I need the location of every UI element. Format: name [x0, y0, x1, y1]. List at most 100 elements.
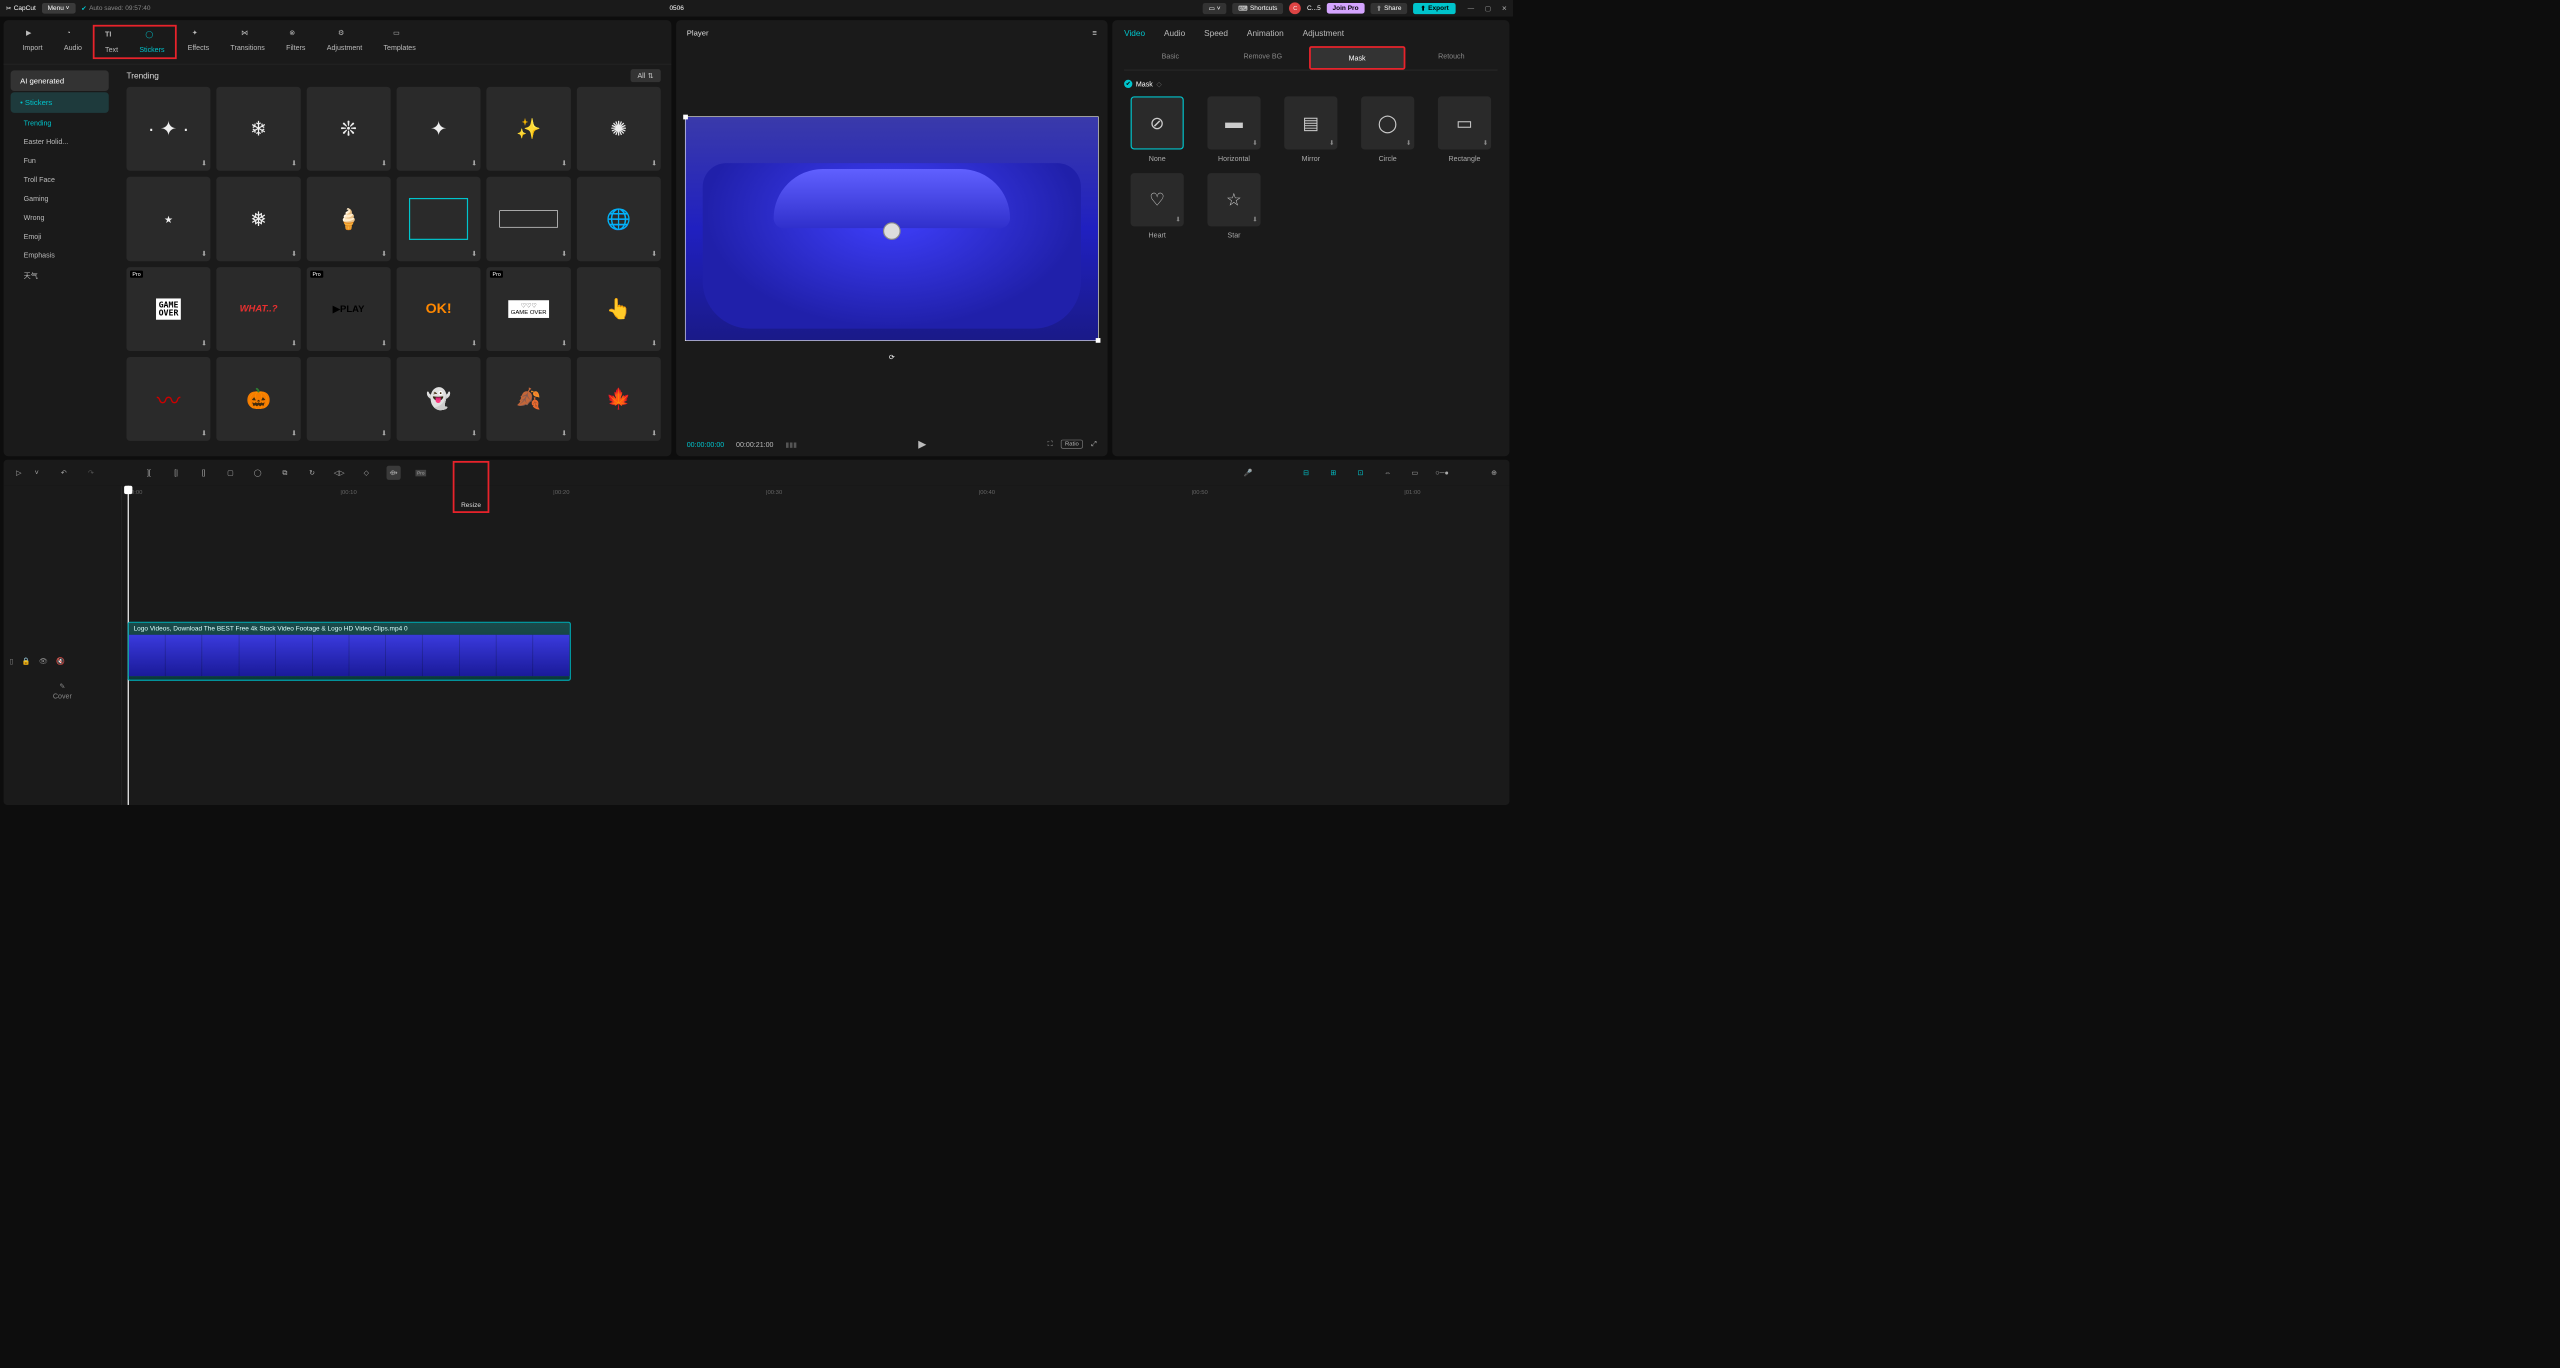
sticker-pointer-hand[interactable]: 👆⬇ — [577, 267, 661, 351]
tool-text[interactable]: TIText — [94, 27, 128, 58]
time-ruler[interactable]: 00:00|00:10|00:20|00:30|00:40|00:50|01:0… — [122, 489, 1480, 503]
scale-icon[interactable]: ⛶ — [1048, 440, 1053, 449]
subtab-mask[interactable]: Mask — [1309, 46, 1405, 70]
fullscreen-icon[interactable]: ⤢ — [1091, 440, 1097, 449]
sticker-leaf-2[interactable]: 🍁⬇ — [577, 357, 661, 441]
redo-icon[interactable]: ↷ — [84, 466, 98, 480]
tab-video[interactable]: Video — [1124, 28, 1145, 37]
cover-button[interactable]: ✎ Cover — [9, 677, 115, 705]
filter-all-button[interactable]: All ⇅ — [630, 69, 660, 82]
mask-reset-icon[interactable]: ◇ — [1156, 80, 1161, 88]
undo-icon[interactable]: ↶ — [57, 466, 71, 480]
subtab-trending[interactable]: Trending — [11, 114, 109, 132]
mask-rectangle[interactable]: ▭⬇Rectangle — [1431, 96, 1497, 162]
enhance-icon[interactable]: Pro — [414, 466, 428, 480]
sticker-what[interactable]: WHAT..?⬇ — [217, 267, 301, 351]
subtab-removebg[interactable]: Remove BG — [1217, 46, 1309, 70]
magnet-1-icon[interactable]: ⊟ — [1299, 466, 1313, 480]
sticker-red-swirl[interactable]: 〰⬇ — [126, 357, 210, 441]
tab-stickers[interactable]: • Stickers — [11, 92, 109, 113]
subtab-gaming[interactable]: Gaming — [11, 190, 109, 208]
sticker-blank[interactable]: ⬇ — [307, 357, 391, 441]
sticker-snowflake-1[interactable]: ❄⬇ — [217, 87, 301, 171]
tab-adjustment[interactable]: Adjustment — [1303, 28, 1344, 37]
tl-mute-icon[interactable]: 🔇 — [56, 657, 65, 665]
mask-none[interactable]: ⊘None — [1124, 96, 1190, 162]
sticker-globe[interactable]: 🌐⬇ — [577, 177, 661, 261]
split-right-icon[interactable]: |​] — [196, 466, 210, 480]
split-left-icon[interactable]: [​| — [169, 466, 183, 480]
tool-effects[interactable]: ✦Effects — [177, 25, 220, 59]
tab-audio[interactable]: Audio — [1164, 28, 1185, 37]
reverse-icon[interactable]: ↻ — [305, 466, 319, 480]
sticker-snowflake-2[interactable]: ❊⬇ — [307, 87, 391, 171]
cursor-dropdown-icon[interactable]: ˅ — [30, 466, 44, 480]
subtab-retouch[interactable]: Retouch — [1405, 46, 1497, 70]
play-button[interactable]: ▶ — [918, 438, 926, 450]
subtab-emphasis[interactable]: Emphasis — [11, 246, 109, 264]
timeline-tracks[interactable]: 00:00|00:10|00:20|00:30|00:40|00:50|01:0… — [122, 486, 1480, 805]
share-button[interactable]: ⇪ Share — [1370, 3, 1407, 14]
tl-lock-icon[interactable]: 🔒 — [22, 657, 31, 665]
sticker-teal-frame[interactable]: ⬇ — [397, 177, 481, 261]
preview-icon[interactable]: ▭ — [1408, 466, 1422, 480]
mic-icon[interactable]: 🎤 — [1241, 466, 1255, 480]
tool-stickers[interactable]: ◯Stickers — [129, 27, 176, 58]
join-pro-button[interactable]: Join Pro — [1327, 3, 1365, 14]
rotate-icon[interactable]: ◇ — [359, 466, 373, 480]
tool-import[interactable]: ▶Import — [12, 25, 53, 59]
tl-collapse-icon[interactable]: ▯ — [9, 657, 13, 665]
shortcuts-button[interactable]: ⌨ Shortcuts — [1232, 3, 1283, 14]
mask-mirror[interactable]: ▤⬇Mirror — [1278, 96, 1344, 162]
sticker-sparkle-faint[interactable]: ⋆⬇ — [126, 177, 210, 261]
tool-filters[interactable]: ⊗Filters — [275, 25, 316, 59]
mask-heart[interactable]: ♡⬇Heart — [1124, 173, 1190, 239]
sticker-star-burst[interactable]: ✺⬇ — [577, 87, 661, 171]
subtab-fun[interactable]: Fun — [11, 152, 109, 170]
tool-transitions[interactable]: ⋈Transitions — [220, 25, 276, 59]
split-icon[interactable]: ]​[ — [142, 466, 156, 480]
ratio-button[interactable]: Ratio — [1061, 440, 1083, 449]
zoom-slider[interactable]: ○─● — [1435, 466, 1449, 480]
crop-icon[interactable]: ⟴ — [387, 466, 401, 480]
fit-icon[interactable]: ⊕ — [1487, 466, 1501, 480]
delete-icon[interactable]: ▢ — [223, 466, 237, 480]
sticker-ghost[interactable]: 👻⬇ — [397, 357, 481, 441]
mark-icon[interactable]: ◯ — [251, 466, 265, 480]
sticker-icecream[interactable]: 🍦⬇ — [307, 177, 391, 261]
subtab-emoji[interactable]: Emoji — [11, 228, 109, 246]
mask-star[interactable]: ☆⬇Star — [1201, 173, 1267, 239]
sticker-star-glow[interactable]: ✨⬇ — [487, 87, 571, 171]
tab-speed[interactable]: Speed — [1204, 28, 1228, 37]
video-clip[interactable]: Logo Videos, Download The BEST Free 4k S… — [128, 622, 571, 681]
copy-icon[interactable]: ⧉ — [278, 466, 292, 480]
tab-ai-generated[interactable]: AI generated — [11, 70, 109, 91]
mask-circle[interactable]: ◯⬇Circle — [1355, 96, 1421, 162]
subtab-basic[interactable]: Basic — [1124, 46, 1216, 70]
subtab-easter[interactable]: Easter Holid... — [11, 133, 109, 151]
sticker-play[interactable]: ▶PLAYPro⬇ — [307, 267, 391, 351]
tool-adjustment[interactable]: ⚙Adjustment — [316, 25, 373, 59]
mask-checkbox[interactable]: ✔ — [1124, 80, 1132, 88]
tool-audio[interactable]: ◔Audio — [53, 25, 92, 59]
sticker-leaf-1[interactable]: 🍂⬇ — [487, 357, 571, 441]
subtab-wrong[interactable]: Wrong — [11, 209, 109, 227]
cursor-tool-icon[interactable]: ▷ — [12, 466, 26, 480]
sticker-ok[interactable]: OK!⬇ — [397, 267, 481, 351]
sticker-pumpkin[interactable]: 🎃⬇ — [217, 357, 301, 441]
link-icon[interactable]: ⇔ — [1381, 466, 1395, 480]
tool-templates[interactable]: ▭Templates — [373, 25, 427, 59]
subtab-weather[interactable]: 天气 — [11, 265, 109, 285]
close-icon[interactable]: ✕ — [1502, 4, 1507, 12]
video-preview[interactable] — [685, 116, 1099, 341]
export-button[interactable]: ⬆ Export — [1413, 3, 1456, 14]
subtab-trollface[interactable]: Troll Face — [11, 171, 109, 189]
magnet-3-icon[interactable]: ⊡ — [1353, 466, 1367, 480]
magnet-2-icon[interactable]: ⊞ — [1326, 466, 1340, 480]
player-menu-icon[interactable]: ≡ — [1092, 28, 1096, 37]
sticker-star-4pt[interactable]: ✦⬇ — [397, 87, 481, 171]
rotate-handle-icon[interactable]: ⟳ — [889, 353, 895, 361]
maximize-icon[interactable]: ▢ — [1485, 4, 1491, 12]
mask-horizontal[interactable]: ▬⬇Horizontal — [1201, 96, 1267, 162]
sticker-game-over-hearts[interactable]: ♡♡♡ GAME OVERPro⬇ — [487, 267, 571, 351]
